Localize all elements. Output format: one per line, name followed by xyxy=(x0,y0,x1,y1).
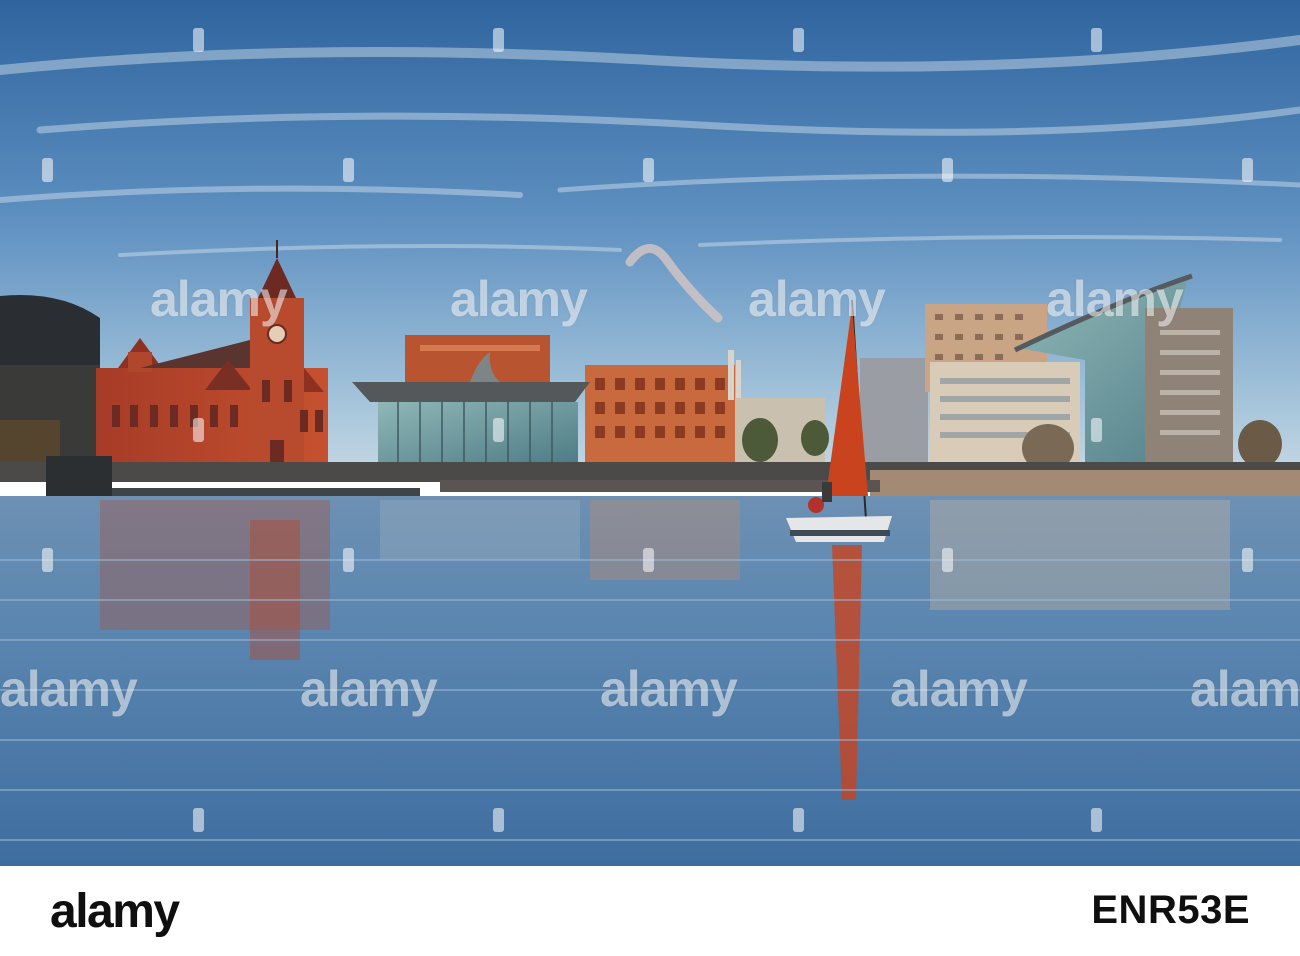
millennium-centre xyxy=(0,294,100,470)
cardiff-bay-photo xyxy=(0,0,1300,866)
alamy-logo: alamy xyxy=(50,885,180,938)
image-id: ENR53E xyxy=(1091,888,1250,932)
stock-photo-frame: alamy alamy alamy alamy alamy alamy alam… xyxy=(0,0,1300,956)
pontoon xyxy=(110,488,420,496)
quayside-sunlit xyxy=(870,470,1300,498)
footer-bar: alamy ENR53E xyxy=(0,866,1300,956)
pontoon-right xyxy=(440,480,880,492)
grey-building xyxy=(860,358,928,462)
